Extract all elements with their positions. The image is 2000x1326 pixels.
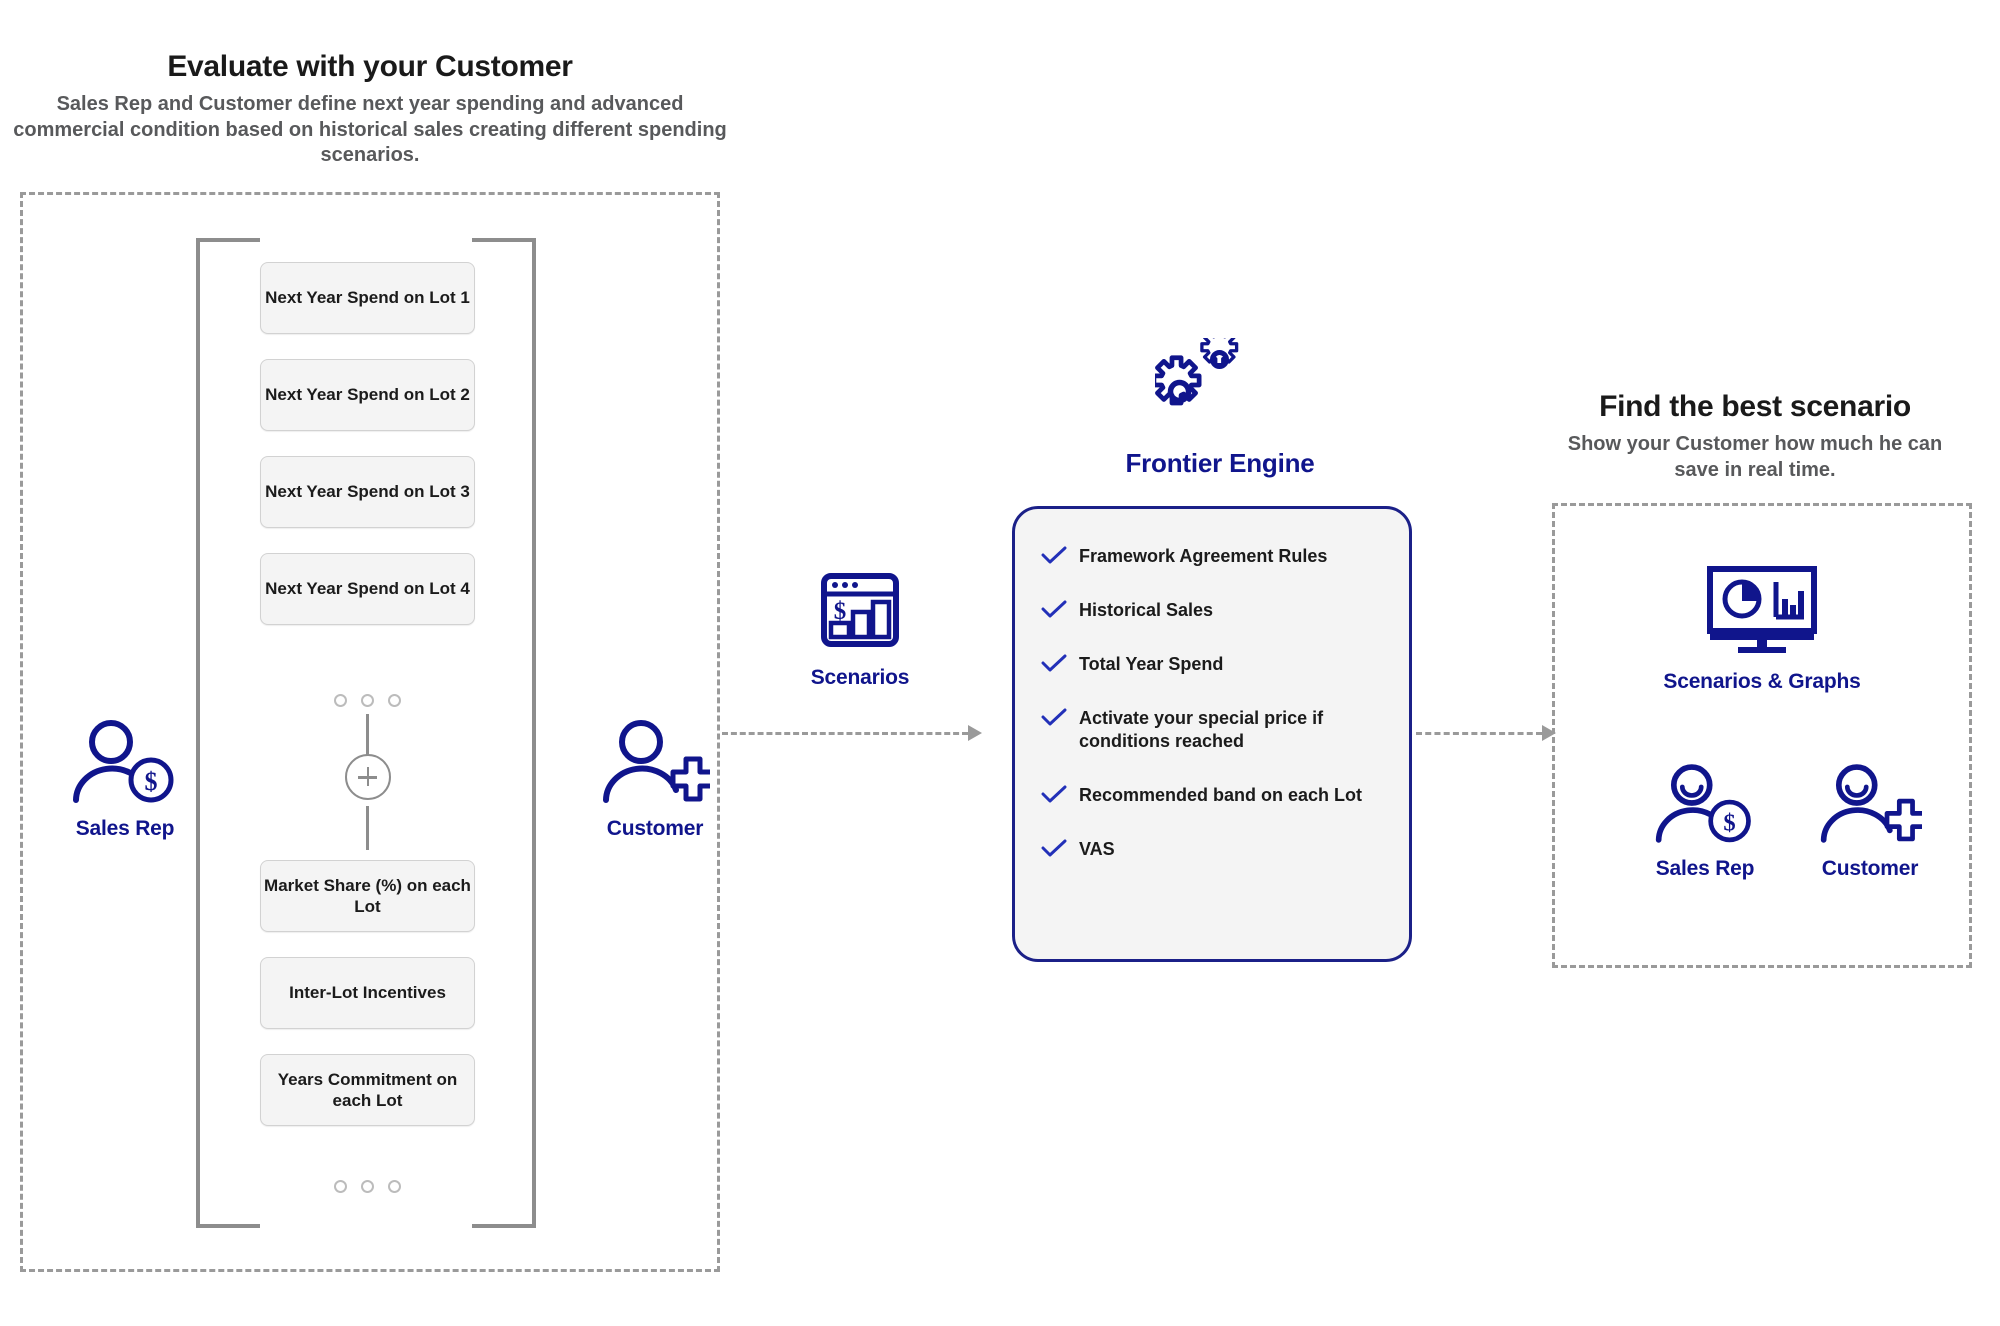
scenarios-block: $ Scenarios [770,572,950,690]
customer-figure-right: Customer [1790,762,1950,881]
customer-label: Customer [1821,857,1919,880]
engine-item-label: Historical Sales [1079,600,1214,620]
check-icon [1041,653,1067,677]
attribute-box[interactable]: Inter-Lot Incentives [260,957,475,1029]
person-dollar-icon: $ [1655,764,1751,843]
right-section-title: Find the best scenario [1599,390,1911,423]
engine-list-item: Historical Sales [1041,599,1383,623]
ellipsis-dot-icon [361,1180,374,1193]
arrowhead-icon [968,725,982,741]
attribute-box[interactable]: Years Commitment on each Lot [260,1054,475,1126]
right-section-heading: Find the best scenario Show your Custome… [1545,390,1965,483]
customer-label: Customer [606,817,704,840]
svg-text:$: $ [1723,809,1735,836]
left-section-heading: Evaluate with your Customer Sales Rep an… [0,50,740,169]
bracket-right-edge [532,238,536,1228]
engine-list-item: Framework Agreement Rules [1041,545,1383,569]
sales-rep-label: Sales Rep [1655,857,1755,880]
ellipsis-dot-icon [334,694,347,707]
ellipsis-dot-icon [334,1180,347,1193]
bracket-foot-top-right [472,238,536,242]
bracket-foot-bottom-left [196,1224,260,1228]
plus-connector [260,714,475,850]
engine-list-item: Recommended band on each Lot [1041,784,1383,808]
attribute-box[interactable]: Next Year Spend on Lot 3 [260,456,475,528]
scenarios-and-graphs-block: Scenarios & Graphs [1652,565,1872,694]
check-icon [1041,599,1067,623]
sales-rep-label: Sales Rep [75,817,175,840]
plus-icon [344,754,391,800]
check-icon [1041,707,1067,731]
attribute-box[interactable]: Next Year Spend on Lot 1 [260,262,475,334]
attribute-box[interactable]: Market Share (%) on each Lot [260,860,475,932]
person-plus-icon [603,720,716,803]
person-plus-icon [1820,764,1928,843]
ellipsis-dot-icon [388,694,401,707]
connector-line-lower [366,806,369,850]
attribute-box[interactable]: Next Year Spend on Lot 2 [260,359,475,431]
more-items-ellipsis-bottom [260,1180,475,1193]
attribute-box[interactable]: Next Year Spend on Lot 4 [260,553,475,625]
gears-icon [1151,328,1239,406]
frontier-engine-title: Frontier Engine [1125,448,1315,478]
frontier-engine-panel: Framework Agreement Rules Historical Sal… [1012,506,1412,962]
engine-item-label: VAS [1079,838,1115,859]
check-icon [1041,838,1067,862]
scenarios-and-graphs-label: Scenarios & Graphs [1663,670,1861,693]
engine-list-item: Activate your special price if condition… [1041,707,1383,754]
scenarios-label: Scenarios [810,666,910,689]
bracket-foot-bottom-right [472,1224,536,1228]
svg-text:$: $ [145,767,158,796]
more-items-ellipsis-top [260,694,475,707]
ellipsis-dot-icon [388,1180,401,1193]
person-dollar-icon: $ [73,720,174,803]
engine-list-item: Total Year Spend [1041,653,1383,677]
bracket-foot-top-left [196,238,260,242]
engine-gears [1151,328,1265,418]
engine-list-item: VAS [1041,838,1383,862]
engine-item-label: Total Year Spend [1079,654,1224,674]
browser-bar-chart-dollar-icon: $ [821,573,899,647]
ellipsis-dot-icon [361,694,374,707]
engine-item-label: Framework Agreement Rules [1079,546,1328,566]
arrow-engine-to-right [1416,723,1556,743]
commercial-condition-box-group: Market Share (%) on each Lot Inter-Lot I… [260,860,475,1126]
arrow-left-to-engine [722,723,982,743]
monitor-charts-icon [1707,566,1817,653]
left-section-subtitle: Sales Rep and Customer define next year … [13,93,727,167]
check-icon [1041,545,1067,569]
left-section-title: Evaluate with your Customer [167,50,573,83]
engine-item-label: Recommended band on each Lot [1079,784,1363,805]
check-icon [1041,784,1067,808]
sales-rep-figure-right: $ Sales Rep [1625,762,1785,881]
right-section-subtitle: Show your Customer how much he can save … [1567,433,1943,481]
engine-item-label: Activate your special price if condition… [1079,708,1324,752]
customer-figure-left: Customer [570,718,740,841]
next-year-spend-box-group: Next Year Spend on Lot 1 Next Year Spend… [260,262,475,625]
sales-rep-figure-left: $ Sales Rep [40,718,210,841]
